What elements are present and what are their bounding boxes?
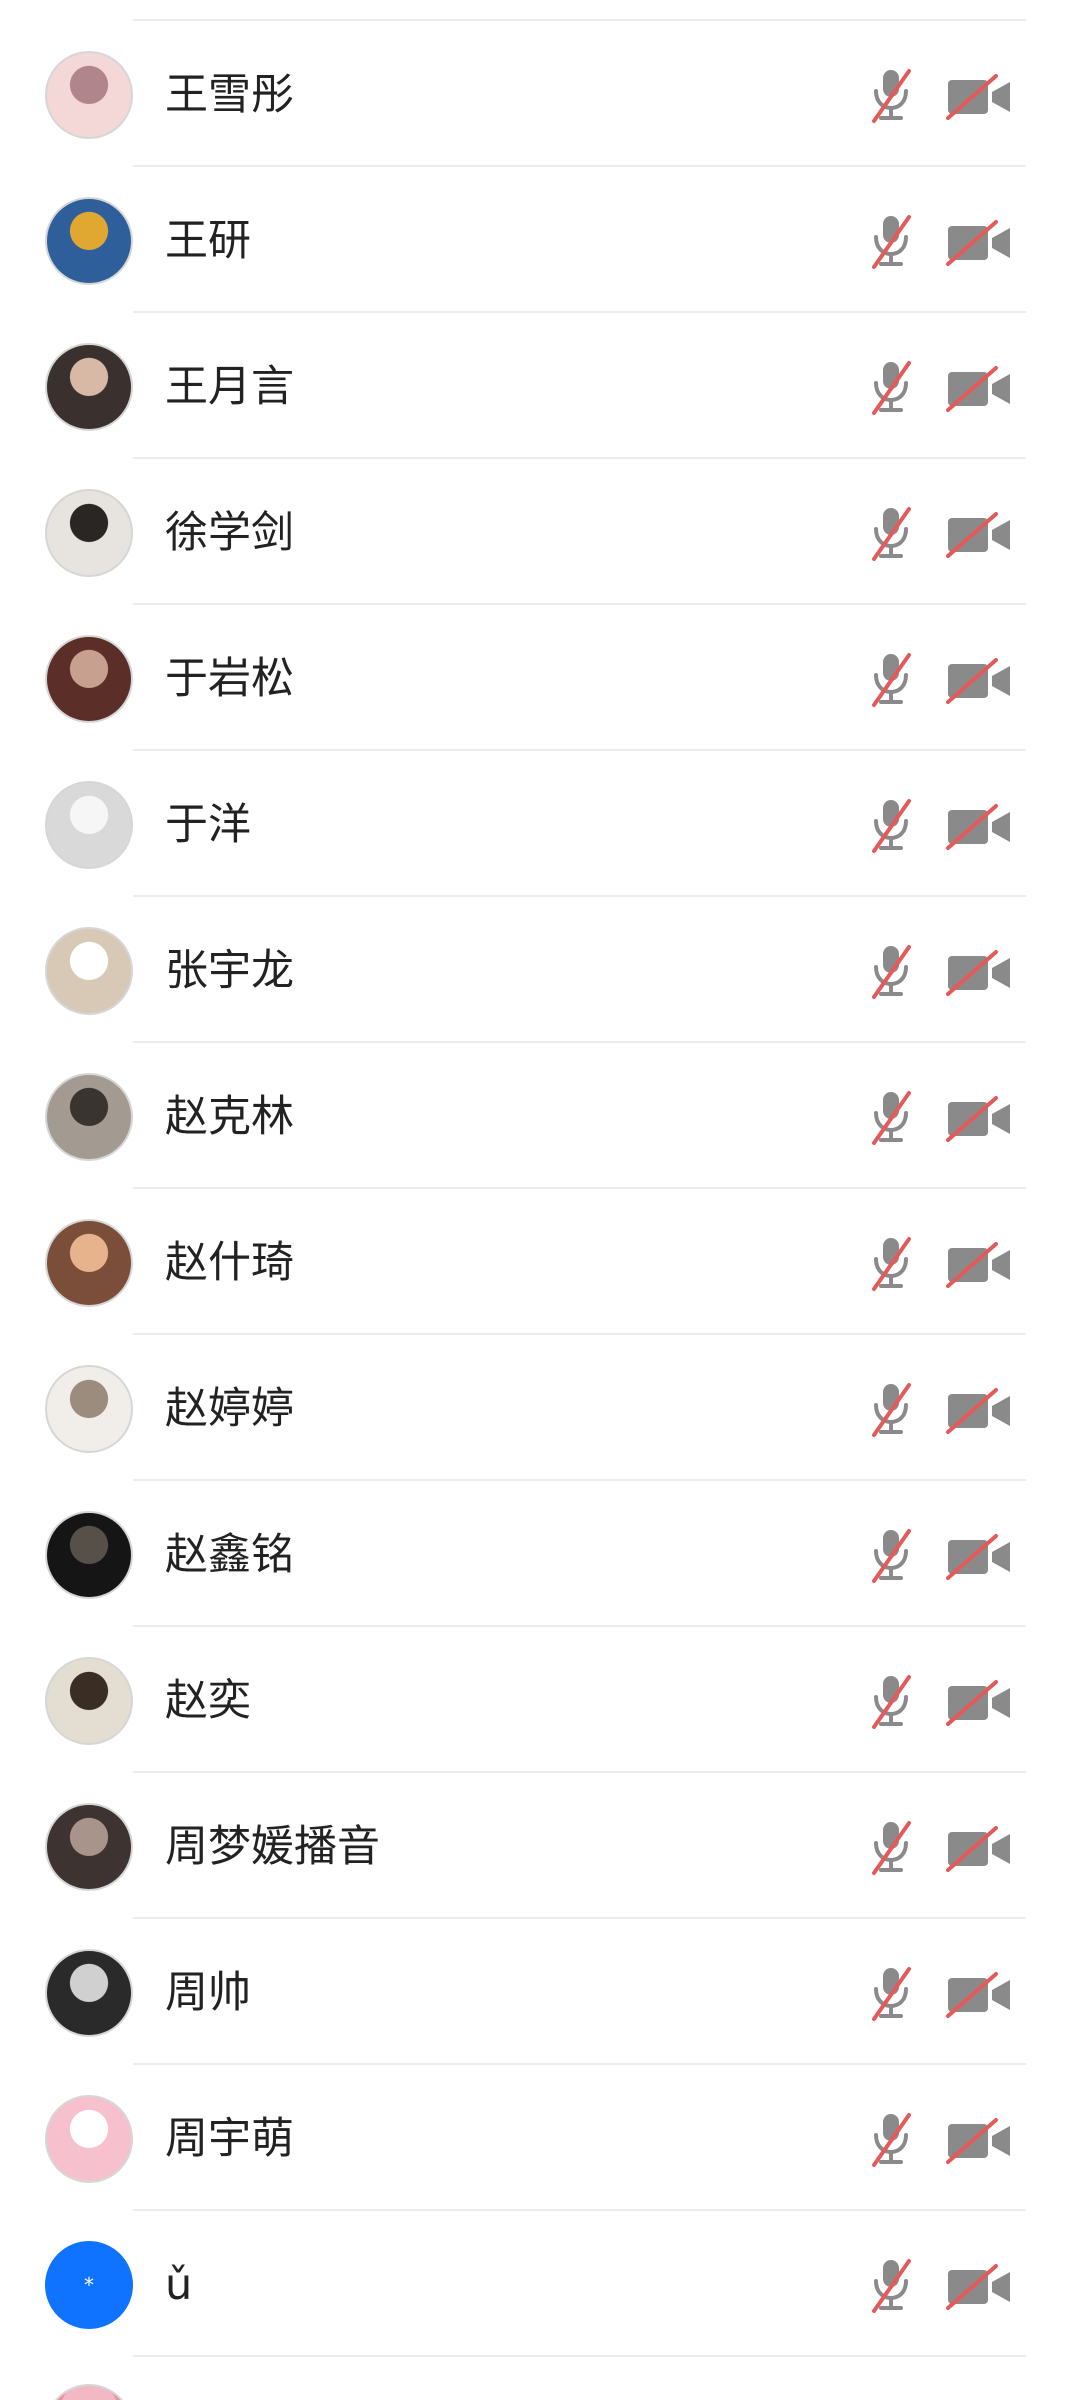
video-off-icon[interactable] — [944, 2262, 1014, 2312]
participant-name: 徐学剑 — [165, 508, 294, 558]
participant-row[interactable]: * ǔ — [0, 2211, 1080, 2357]
avatar — [45, 1657, 133, 1745]
video-off-icon[interactable] — [944, 218, 1014, 268]
row-divider — [133, 2355, 1026, 2357]
avatar — [45, 781, 133, 869]
participant-name: 赵奕 — [165, 1676, 251, 1726]
video-off-icon[interactable] — [944, 1240, 1014, 1290]
participant-row[interactable]: 周宇萌 — [0, 2065, 1080, 2211]
participant-row[interactable]: 赵奕 — [0, 1627, 1080, 1773]
participant-name: 王研 — [165, 216, 251, 266]
avatar — [45, 927, 133, 1015]
avatar — [45, 197, 133, 285]
muted-mic-icon[interactable] — [866, 1088, 916, 1148]
video-off-icon[interactable] — [944, 510, 1014, 560]
participant-row[interactable]: 张宇龙 — [0, 897, 1080, 1043]
avatar — [45, 1219, 133, 1307]
video-off-icon[interactable] — [944, 1386, 1014, 1436]
avatar — [45, 1511, 133, 1599]
muted-mic-icon[interactable] — [866, 358, 916, 418]
participant-name: 于洋 — [165, 800, 251, 850]
video-off-icon[interactable] — [944, 1824, 1014, 1874]
participant-row[interactable]: 赵克林 — [0, 1043, 1080, 1189]
participant-list: 王雪彤 王研 王月言 徐学剑 于岩松 于洋 张宇龙 赵克林 赵什琦 赵婷婷 赵鑫… — [0, 21, 1080, 2357]
participant-name: 赵什琦 — [165, 1238, 294, 1288]
muted-mic-icon[interactable] — [866, 1964, 916, 2024]
video-off-icon[interactable] — [944, 72, 1014, 122]
avatar — [45, 1949, 133, 2037]
participant-name: 张宇龙 — [165, 946, 294, 996]
muted-mic-icon[interactable] — [866, 942, 916, 1002]
muted-mic-icon[interactable] — [866, 504, 916, 564]
muted-mic-icon[interactable] — [866, 212, 916, 272]
participant-name: 王月言 — [165, 362, 294, 412]
video-off-icon[interactable] — [944, 802, 1014, 852]
muted-mic-icon[interactable] — [866, 1380, 916, 1440]
participant-row[interactable]: 赵什琦 — [0, 1189, 1080, 1335]
muted-mic-icon[interactable] — [866, 1818, 916, 1878]
avatar — [45, 1365, 133, 1453]
muted-mic-icon[interactable] — [866, 1234, 916, 1294]
video-off-icon[interactable] — [944, 948, 1014, 998]
avatar — [45, 489, 133, 577]
participant-row[interactable]: 徐学剑 — [0, 459, 1080, 605]
avatar — [45, 1803, 133, 1891]
avatar — [45, 51, 133, 139]
muted-mic-icon[interactable] — [866, 66, 916, 126]
participant-name: ǔ — [165, 2260, 193, 2310]
avatar — [45, 1073, 133, 1161]
avatar — [45, 635, 133, 723]
participant-name: 赵鑫铭 — [165, 1530, 294, 1580]
participant-row[interactable]: 周梦媛播音 — [0, 1773, 1080, 1919]
avatar — [45, 2095, 133, 2183]
participant-row[interactable]: 于岩松 — [0, 605, 1080, 751]
participant-row[interactable]: 王月言 — [0, 313, 1080, 459]
participant-name: 周帅 — [165, 1968, 251, 2018]
meeting-participant-list-screen: 王雪彤 王研 王月言 徐学剑 于岩松 于洋 张宇龙 赵克林 赵什琦 赵婷婷 赵鑫… — [0, 0, 1080, 2400]
participant-name: 周梦媛播音 — [165, 1822, 380, 1872]
avatar: * — [45, 2241, 133, 2329]
participant-row[interactable]: 周帅 — [0, 1919, 1080, 2065]
video-off-icon[interactable] — [944, 2116, 1014, 2166]
muted-mic-icon[interactable] — [866, 796, 916, 856]
participant-row[interactable]: 赵鑫铭 — [0, 1481, 1080, 1627]
muted-mic-icon[interactable] — [866, 2256, 916, 2316]
participant-name: 于岩松 — [165, 654, 294, 704]
video-off-icon[interactable] — [944, 656, 1014, 706]
muted-mic-icon[interactable] — [866, 650, 916, 710]
participant-row[interactable]: 于洋 — [0, 751, 1080, 897]
muted-mic-icon[interactable] — [866, 1672, 916, 1732]
video-off-icon[interactable] — [944, 1970, 1014, 2020]
participant-row[interactable]: 王雪彤 — [0, 21, 1080, 167]
participant-name: 周宇萌 — [165, 2114, 294, 2164]
avatar — [45, 343, 133, 431]
video-off-icon[interactable] — [944, 1678, 1014, 1728]
avatar — [45, 2384, 133, 2400]
participant-row[interactable]: 赵婷婷 — [0, 1335, 1080, 1481]
participant-name: 赵婷婷 — [165, 1384, 294, 1434]
muted-mic-icon[interactable] — [866, 1526, 916, 1586]
video-off-icon[interactable] — [944, 1094, 1014, 1144]
muted-mic-icon[interactable] — [866, 2110, 916, 2170]
participant-name: 王雪彤 — [165, 70, 294, 120]
avatar-initial: * — [84, 2273, 94, 2297]
participant-name: 赵克林 — [165, 1092, 294, 1142]
participant-row[interactable]: 王研 — [0, 167, 1080, 313]
video-off-icon[interactable] — [944, 1532, 1014, 1582]
video-off-icon[interactable] — [944, 364, 1014, 414]
